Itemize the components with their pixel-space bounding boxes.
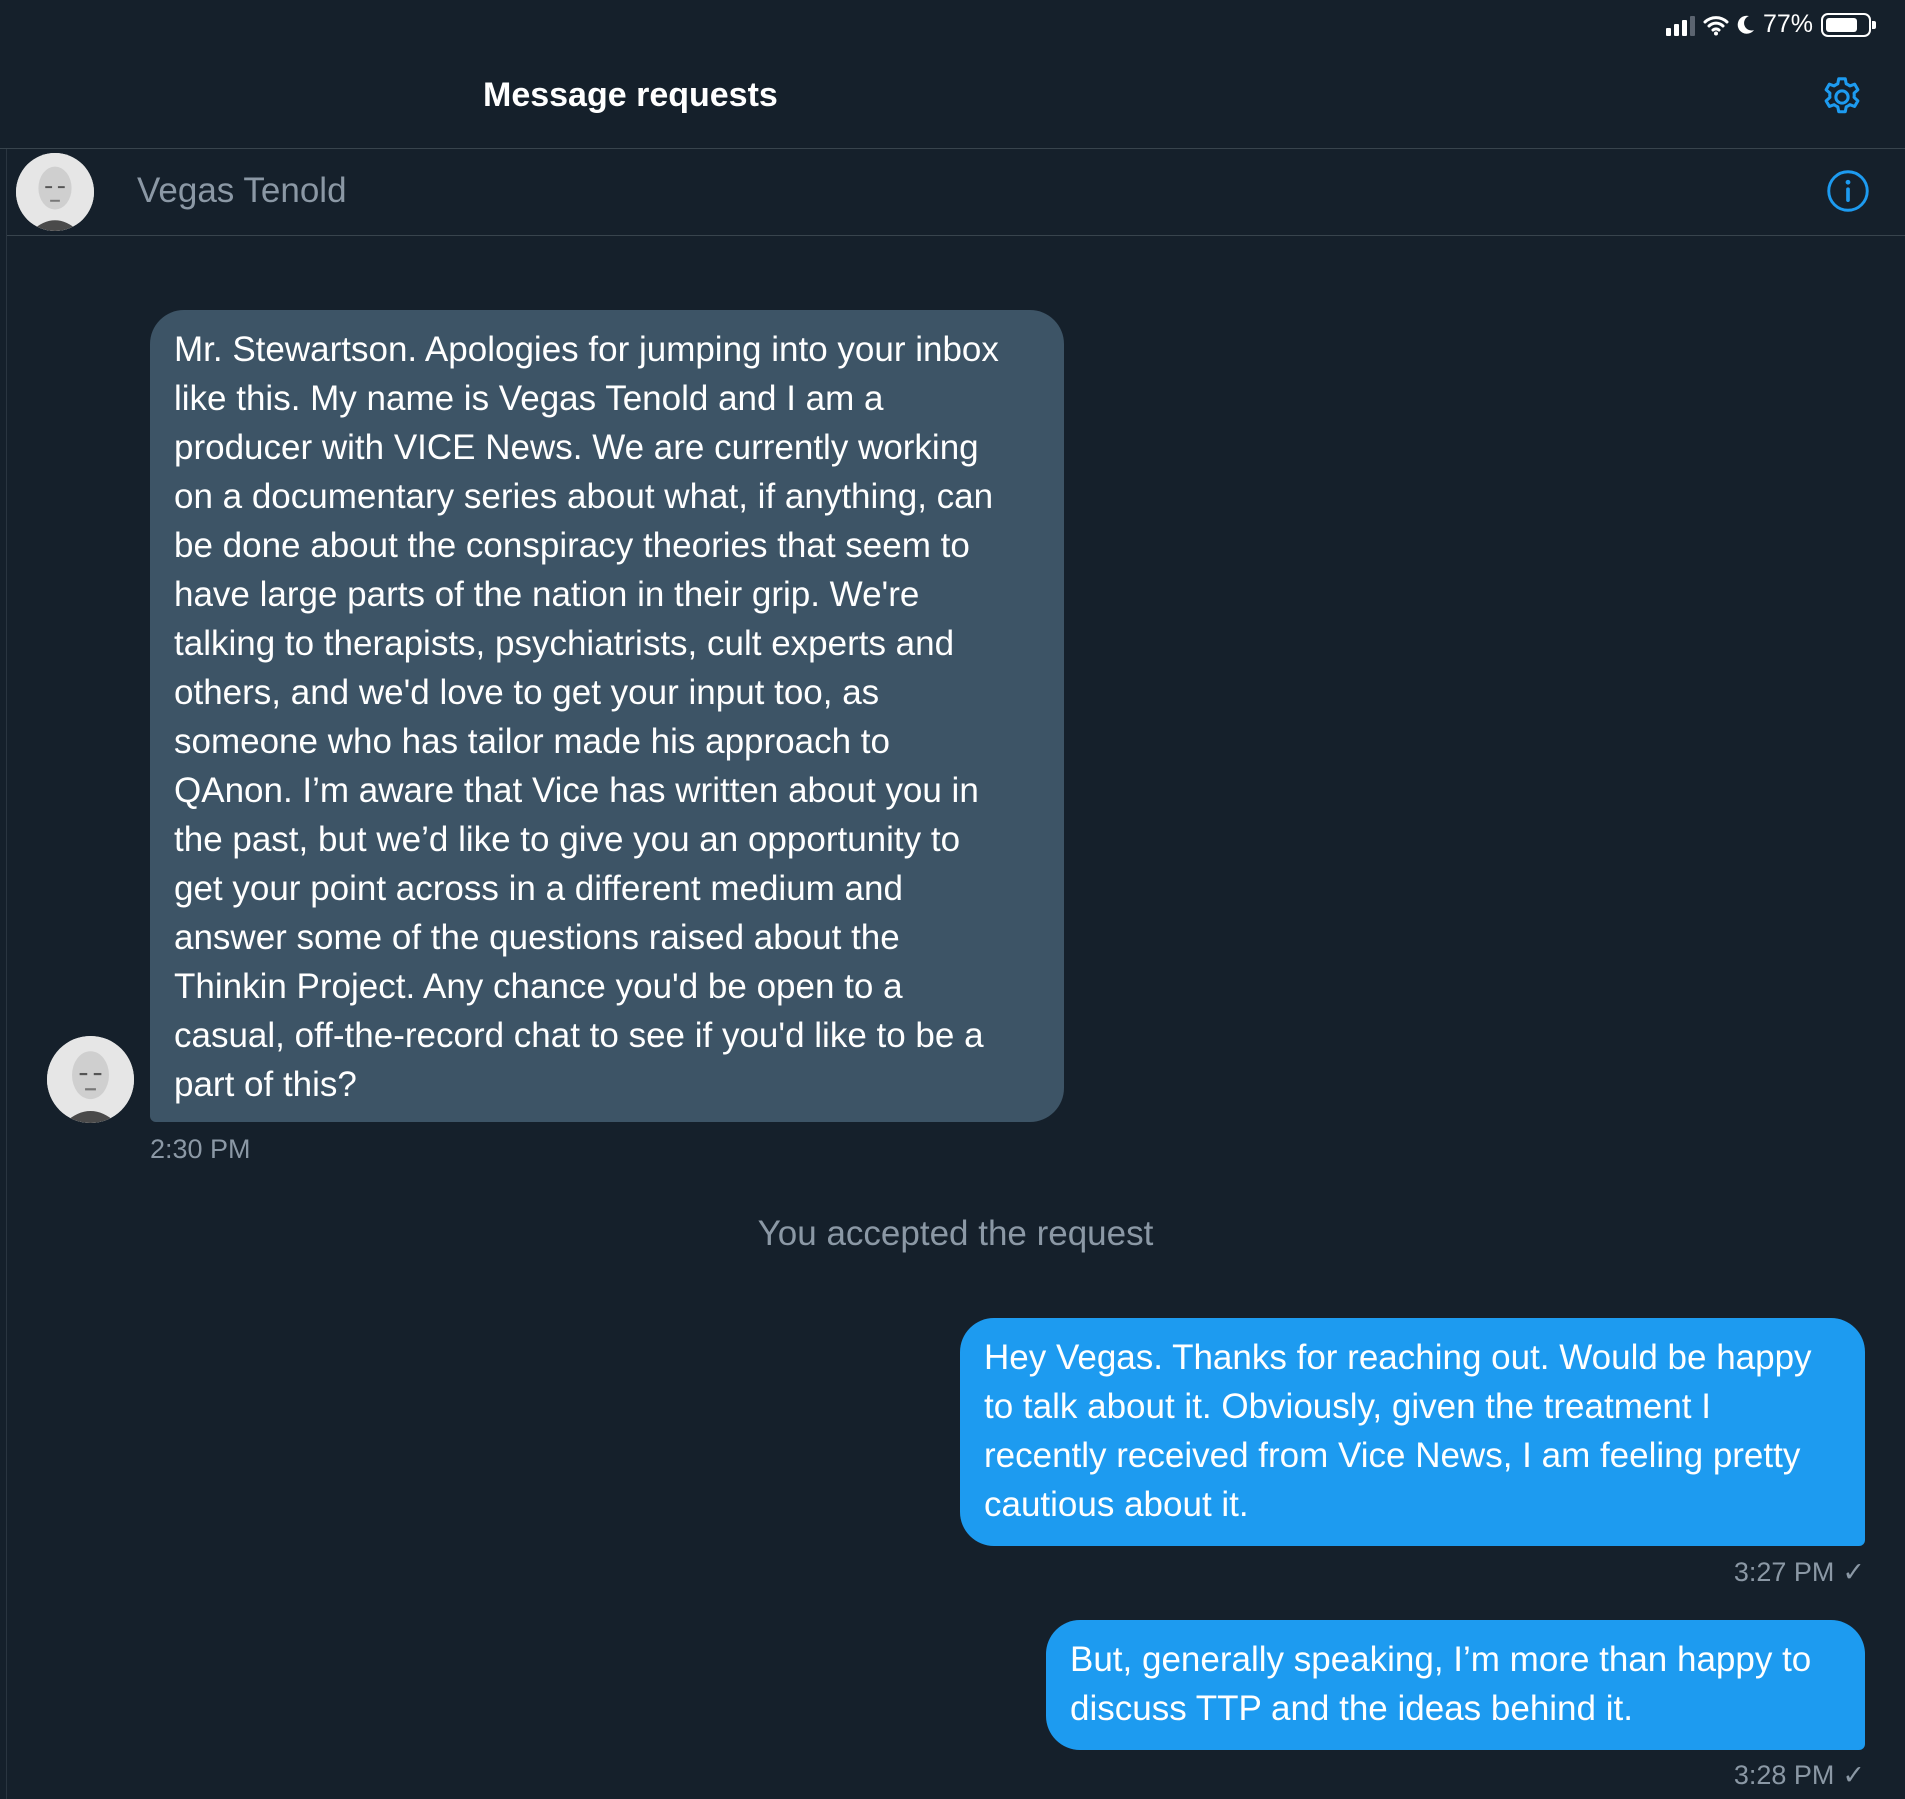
message-timestamp: 2:30 PM (150, 1134, 251, 1164)
gear-icon[interactable] (1819, 74, 1865, 120)
message-line: Mr. Stewartson. Apologies for jumping in… (174, 330, 999, 369)
timestamp-text: 3:27 PM (1733, 1557, 1835, 1587)
info-icon[interactable] (1826, 169, 1870, 213)
moon-icon (1737, 15, 1754, 34)
message-line: like this. My name is Vegas Tenold and I… (174, 379, 884, 418)
message-line: on a documentary series about what, if a… (174, 477, 994, 516)
profile-photo-icon (16, 153, 94, 231)
message-line: cautious about it. (984, 1485, 1249, 1524)
message-line: part of this? (174, 1065, 357, 1104)
cellular-signal-icon (1665, 14, 1695, 36)
message-line: discuss TTP and the ideas behind it. (1070, 1689, 1633, 1728)
message-line: be done about the conspiracy theories th… (174, 526, 970, 565)
conversation-name: Vegas Tenold (137, 171, 347, 210)
battery-fill (1826, 17, 1857, 32)
wifi-icon (1703, 15, 1729, 35)
message-timestamp: 3:27 PM ✓ (1734, 1557, 1865, 1588)
avatar[interactable] (16, 153, 94, 231)
header: Message requests (0, 46, 1905, 149)
message-line: talking to therapists, psychiatrists, cu… (174, 624, 955, 663)
battery-icon (1821, 12, 1876, 37)
profile-photo-icon (47, 1036, 134, 1123)
conversation-header[interactable]: Vegas Tenold (6, 149, 1905, 236)
status-bar: 77% (0, 0, 1905, 46)
message-line: QAnon. I’m aware that Vice has written a… (174, 771, 979, 810)
message-line: get your point across in a different med… (174, 869, 903, 908)
status-icons: 77% (1665, 10, 1876, 39)
sent-check-icon: ✓ (1842, 1557, 1865, 1587)
message-line: Hey Vegas. Thanks for reaching out. Woul… (984, 1338, 1812, 1377)
message-line: But, generally speaking, I’m more than h… (1070, 1640, 1812, 1679)
message-line: Thinkin Project. Any chance you'd be ope… (174, 967, 903, 1006)
page-title: Message requests (483, 76, 778, 114)
timestamp-text: 3:28 PM (1733, 1760, 1835, 1790)
message-line: have large parts of the nation in their … (174, 575, 920, 614)
outgoing-message-bubble[interactable]: But, generally speaking, I’m more than h… (1046, 1620, 1865, 1750)
battery-percentage: 77% (1762, 10, 1813, 38)
message-line: answer some of the questions raised abou… (174, 918, 900, 957)
message-line: recently received from Vice News, I am f… (984, 1436, 1801, 1475)
message-line: someone who has tailor made his approach… (174, 722, 890, 761)
message-line: others, and we'd love to get your input … (174, 673, 880, 712)
message-line: producer with VICE News. We are currentl… (174, 428, 979, 467)
message-timestamp: 3:28 PM ✓ (1734, 1760, 1865, 1791)
sent-check-icon: ✓ (1842, 1760, 1865, 1790)
message-line: to talk about it. Obviously, given the t… (984, 1387, 1711, 1426)
system-note-text: You accepted the request (757, 1214, 1154, 1253)
side-panel-edge (0, 235, 7, 1799)
sender-avatar[interactable] (47, 1036, 134, 1123)
message-line: the past, but we’d like to give you an o… (174, 820, 961, 859)
request-accepted-note: You accepted the request (0, 1214, 1905, 1254)
outgoing-message-bubble[interactable]: Hey Vegas. Thanks for reaching out. Woul… (960, 1318, 1865, 1546)
message-line: casual, off-the-record chat to see if yo… (174, 1016, 984, 1055)
incoming-message-bubble[interactable]: Mr. Stewartson. Apologies for jumping in… (150, 310, 1064, 1122)
